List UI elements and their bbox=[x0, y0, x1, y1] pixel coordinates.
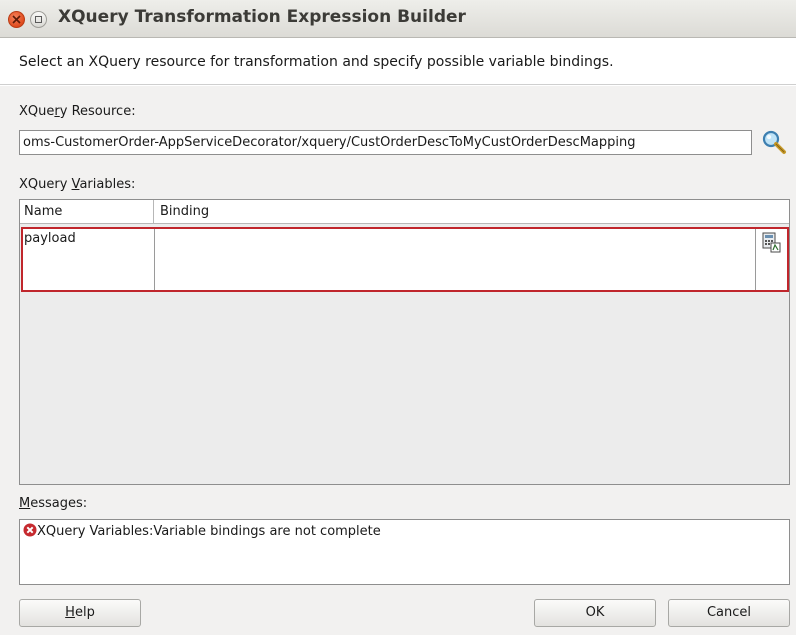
search-icon[interactable] bbox=[761, 129, 787, 155]
ok-button[interactable]: OK bbox=[534, 599, 656, 627]
expression-builder-icon[interactable] bbox=[761, 231, 781, 253]
window-title: XQuery Transformation Expression Builder bbox=[58, 7, 466, 27]
resource-label: XQuery Resource: bbox=[19, 104, 136, 119]
variables-label: XQuery Variables: bbox=[19, 177, 136, 192]
resource-field[interactable]: oms-CustomerOrder-AppServiceDecorator/xq… bbox=[19, 130, 752, 155]
messages-area[interactable]: XQuery Variables:Variable bindings are n… bbox=[19, 519, 790, 585]
help-button[interactable]: Help bbox=[19, 599, 141, 627]
error-icon bbox=[23, 523, 37, 537]
messages-label: Messages: bbox=[19, 496, 88, 511]
table-header: Name Binding bbox=[20, 200, 789, 224]
message-text: XQuery Variables:Variable bindings are n… bbox=[37, 524, 381, 539]
title-bar: XQuery Transformation Expression Builder bbox=[0, 0, 796, 38]
close-icon[interactable] bbox=[8, 11, 25, 28]
column-header-name[interactable]: Name bbox=[20, 200, 154, 223]
description-text: Select an XQuery resource for transforma… bbox=[19, 54, 614, 70]
variable-binding-cell[interactable] bbox=[156, 229, 756, 290]
column-header-binding[interactable]: Binding bbox=[154, 200, 788, 223]
message-item: XQuery Variables:Variable bindings are n… bbox=[23, 523, 381, 539]
variable-name-cell[interactable]: payload bbox=[23, 229, 155, 290]
cancel-button[interactable]: Cancel bbox=[668, 599, 790, 627]
table-row[interactable]: payload bbox=[21, 227, 789, 292]
maximize-icon[interactable] bbox=[30, 11, 47, 28]
description-band: Select an XQuery resource for transforma… bbox=[0, 39, 796, 85]
